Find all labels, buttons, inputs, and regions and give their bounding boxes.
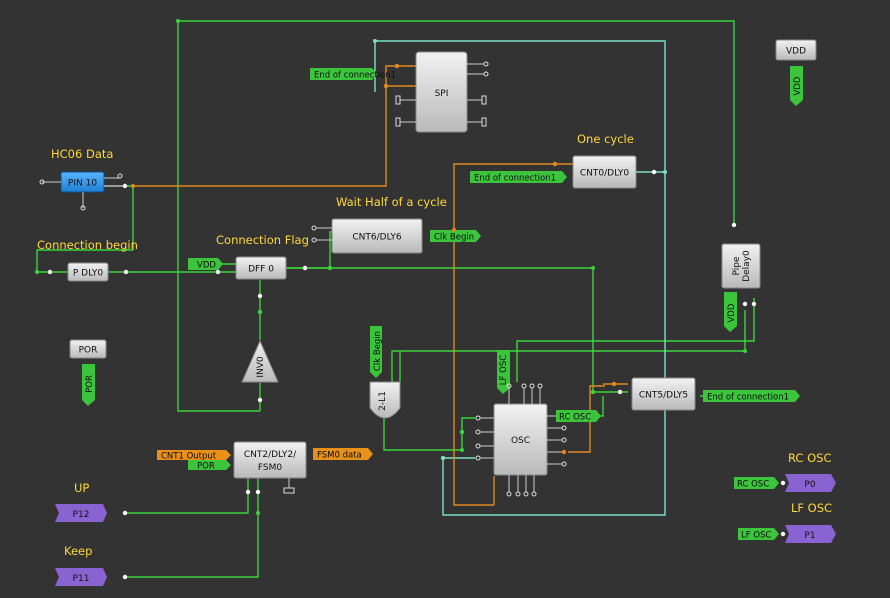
cnt6-dly6-block[interactable]: CNT6/DLY6 <box>311 218 423 254</box>
spi-block[interactable]: SPI <box>383 51 489 133</box>
p-dly0-label: P DLY0 <box>73 269 104 279</box>
osc-block[interactable]: OSC <box>440 383 567 497</box>
p12-label: P12 <box>73 510 90 520</box>
p11-pin[interactable]: P11 <box>55 568 128 586</box>
wires-orange <box>133 65 628 506</box>
net-end-conn-spi: End of connection1 <box>310 68 396 81</box>
svg-text:POR: POR <box>197 462 215 472</box>
title-keep: Keep <box>64 544 92 558</box>
lut-label: 2-L1 <box>378 391 388 411</box>
net-end-conn-cnt5: End of connection1 <box>703 390 800 403</box>
net-vdd-pipe: VDD <box>724 292 737 332</box>
svg-text:End of connection1: End of connection1 <box>314 71 396 81</box>
title-hc06-data: HC06 Data <box>51 147 113 161</box>
svg-text:RC OSC: RC OSC <box>559 413 591 423</box>
svg-text:LF OSC: LF OSC <box>741 531 771 541</box>
spi-label: SPI <box>435 89 449 99</box>
pin10-label: PIN 10 <box>68 179 97 189</box>
schematic-canvas: HC06 Data Connection begin Connection Fl… <box>35 19 836 586</box>
p12-pin[interactable]: P12 <box>55 504 128 522</box>
svg-text:LF OSC: LF OSC <box>499 355 509 385</box>
cnt6-label: CNT6/DLY6 <box>352 233 402 243</box>
svg-text:Clk Begin: Clk Begin <box>434 233 474 243</box>
pipe-label-1: Pipe <box>732 256 742 275</box>
cnt0-label: CNT0/DLY0 <box>580 169 630 179</box>
svg-text:VDD: VDD <box>793 76 803 95</box>
vdd-top-block[interactable]: VDD <box>775 39 817 61</box>
net-vdd-dff: VDD <box>188 258 223 271</box>
net-cnt1-output: CNT1 Output <box>157 450 231 462</box>
inv0-label: INV0 <box>256 356 266 378</box>
title-rc-osc: RC OSC <box>788 451 831 465</box>
net-fsm0-data: FSM0 data <box>313 448 373 461</box>
net-rcosc-p0: RC OSC <box>734 477 779 490</box>
title-up: UP <box>74 481 89 495</box>
p11-label: P11 <box>73 574 90 584</box>
p0-pin[interactable]: P0 <box>780 474 836 492</box>
osc-label: OSC <box>511 436 530 446</box>
p1-pin[interactable]: P1 <box>780 525 836 543</box>
p1-label: P1 <box>804 531 815 541</box>
cnt5-dly5-block[interactable]: CNT5/DLY5 <box>590 377 696 411</box>
pipe-label-2: Delay0 <box>742 250 752 282</box>
p0-label: P0 <box>804 480 815 490</box>
cnt2-fsm0-block[interactable]: CNT2/DLY2/ FSM0 <box>233 441 307 495</box>
cnt2-label-1: CNT2/DLY2/ <box>244 450 297 460</box>
dff0-label: DFF 0 <box>248 265 274 275</box>
svg-text:Clk Begin: Clk Begin <box>373 331 383 371</box>
title-lf-osc: LF OSC <box>791 501 832 515</box>
svg-text:RC OSC: RC OSC <box>737 480 769 490</box>
svg-text:End of connection1: End of connection1 <box>707 393 789 403</box>
svg-text:FSM0 data: FSM0 data <box>317 451 362 461</box>
cnt2-label-2: FSM0 <box>258 463 282 473</box>
por-label: POR <box>79 346 98 356</box>
title-one-cycle: One cycle <box>577 132 634 146</box>
net-end-conn-cnt0: End of connection1 <box>470 171 567 184</box>
svg-text:VDD: VDD <box>197 261 216 271</box>
svg-text:End of connection1: End of connection1 <box>474 174 556 184</box>
pin10-block[interactable]: PIN 10 <box>39 171 128 211</box>
vdd-top-label: VDD <box>786 47 806 57</box>
cnt5-label: CNT5/DLY5 <box>639 391 688 401</box>
net-lfosc-p1: LF OSC <box>738 528 779 541</box>
title-wait-half: Wait Half of a cycle <box>336 195 447 209</box>
por-block[interactable]: POR <box>69 339 107 359</box>
net-por-vert: POR <box>82 364 95 406</box>
svg-text:VDD: VDD <box>727 303 737 322</box>
net-por-fsm: POR <box>188 460 231 472</box>
junction-dots <box>35 19 747 515</box>
net-vdd-top-vert: VDD <box>790 66 803 106</box>
lut-2l1-block[interactable]: 2-L1 <box>369 381 401 419</box>
net-clk-begin-vert: Clk Begin <box>370 326 383 378</box>
net-clk-begin-out: Clk Begin <box>430 230 481 243</box>
title-connection-flag: Connection Flag <box>216 233 309 247</box>
net-rc-osc-out: RC OSC <box>556 410 601 423</box>
title-connection-begin: Connection begin <box>37 238 138 252</box>
svg-text:POR: POR <box>85 375 95 393</box>
dff0-block[interactable]: DFF 0 <box>215 256 333 299</box>
